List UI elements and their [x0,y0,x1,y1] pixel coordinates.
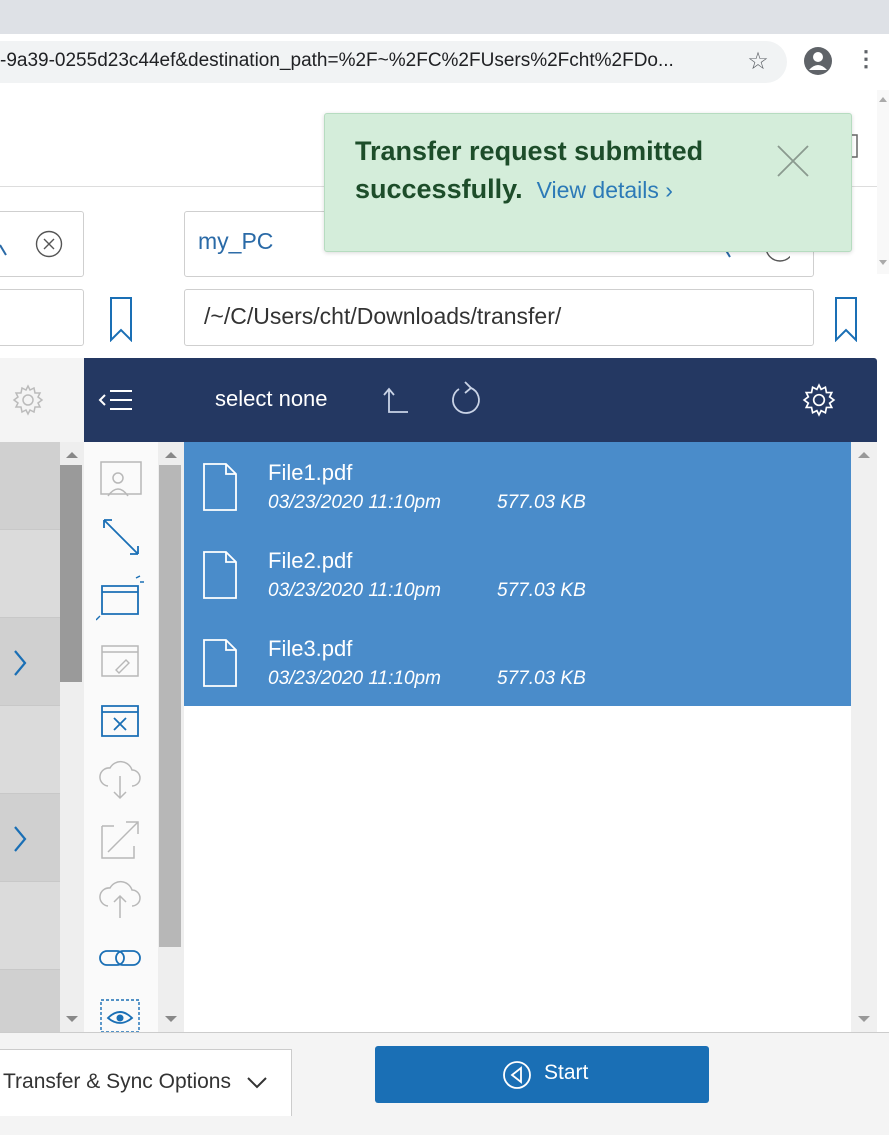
file-size: 577.03 KB [497,668,586,689]
chevron-down-icon[interactable] [245,1074,269,1090]
start-play-icon[interactable] [501,1059,533,1091]
open-external-icon[interactable] [96,814,144,862]
list-item[interactable] [0,442,60,530]
browser-menu-icon[interactable]: ⋮ [855,46,877,76]
cloud-download-icon[interactable] [96,754,144,802]
view-details-link[interactable]: View details › [537,177,673,203]
clear-icon[interactable] [35,230,63,258]
file-row[interactable]: File1.pdf 03/23/2020 11:10pm 577.03 KB [184,442,851,530]
source-path-field[interactable] [0,289,84,346]
refresh-icon[interactable] [449,380,483,418]
destination-endpoint-value[interactable]: my_PC [198,228,273,255]
browser-tab-strip [0,0,889,34]
source-settings-gear-icon[interactable] [12,384,44,416]
file-date: 03/23/2020 11:10pm [268,668,441,689]
close-icon[interactable] [774,142,812,180]
file-list-scrollbar[interactable] [851,442,877,1032]
destination-settings-gear-icon[interactable] [802,383,836,417]
start-button-label[interactable]: Start [544,1061,588,1085]
source-scrollbar-thumb[interactable] [60,465,82,682]
list-item[interactable] [0,882,60,970]
toast-message: Transfer request submitted successfully.… [355,132,735,209]
destination-path-value[interactable]: /~/C/Users/cht/Downloads/transfer/ [204,303,561,330]
list-item[interactable] [0,618,60,706]
new-folder-icon[interactable] [96,574,144,622]
share-icon[interactable] [96,456,144,504]
source-panel-header [0,358,84,442]
delete-folder-icon[interactable] [96,696,144,744]
file-icon [203,639,237,687]
source-file-list [0,442,60,1058]
list-item[interactable] [0,706,60,794]
resize-arrow-icon[interactable] [96,514,144,562]
cloud-upload-icon[interactable] [96,874,144,922]
tools-scrollbar-thumb[interactable] [159,465,181,947]
chevron-right-icon[interactable] [12,648,28,678]
transfer-options-label[interactable]: Transfer & Sync Options [3,1070,231,1094]
file-icon [203,463,237,511]
destination-bookmark-icon[interactable] [834,296,858,342]
file-icon [203,551,237,599]
file-date: 03/23/2020 11:10pm [268,492,441,513]
file-name: File3.pdf [268,636,353,661]
list-item[interactable] [0,794,60,882]
page-scrollbar[interactable] [877,90,889,274]
bookmark-star-icon[interactable]: ☆ [744,47,772,77]
source-bookmark-icon[interactable] [109,296,133,342]
rename-folder-icon[interactable] [96,636,144,684]
preview-eye-icon[interactable] [96,996,144,1032]
file-size: 577.03 KB [497,492,586,513]
file-date: 03/23/2020 11:10pm [268,580,441,601]
up-folder-icon[interactable] [380,386,410,416]
start-button[interactable] [375,1046,709,1103]
chevron-right-icon[interactable] [12,824,28,854]
view-details-label[interactable]: View details [537,177,659,203]
link-icon[interactable] [96,934,144,982]
collapse-menu-icon[interactable] [97,387,135,415]
select-none-button[interactable]: select none [215,386,328,412]
url-text[interactable]: -9a39-0255d23c44ef&destination_path=%2F~… [0,50,720,74]
list-item[interactable] [0,530,60,618]
search-icon [0,244,7,256]
file-name: File2.pdf [268,548,353,573]
file-size: 577.03 KB [497,580,586,601]
account-icon[interactable] [803,46,833,76]
file-name: File1.pdf [268,460,353,485]
file-row[interactable]: File3.pdf 03/23/2020 11:10pm 577.03 KB [184,618,851,706]
file-row[interactable]: File2.pdf 03/23/2020 11:10pm 577.03 KB [184,530,851,618]
